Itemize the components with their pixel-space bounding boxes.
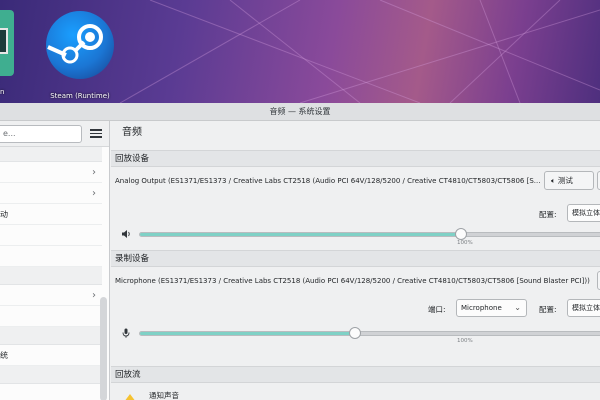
hamburger-menu-icon[interactable] [90, 127, 102, 139]
sidebar-item-label: 统 [0, 351, 8, 360]
stream-name: 通知声音 [149, 391, 179, 400]
playback-volume-handle[interactable] [455, 228, 467, 240]
sidebar-item[interactable] [0, 225, 102, 246]
recording-port-select[interactable]: Microphone ⌄ [456, 299, 527, 317]
sidebar-item[interactable]: › [0, 285, 102, 306]
chevron-right-icon: › [92, 188, 96, 199]
main-panel: 音频 回放设备 Analog Output (ES1371/ES1373 / C… [111, 121, 600, 400]
speaker-icon: 🔈︎ [551, 176, 556, 185]
recording-config-select[interactable]: 模拟立体 [567, 299, 600, 317]
chevron-right-icon: › [92, 290, 96, 301]
playback-volume-fill [140, 233, 461, 236]
stream-item[interactable]: 通知声音 [111, 387, 600, 400]
playback-device: Analog Output (ES1371/ES1373 / Creative … [111, 168, 600, 204]
chevron-right-icon: › [92, 167, 96, 178]
sidebar-item[interactable] [0, 306, 102, 327]
test-button-label: 测试 [557, 176, 573, 185]
microphone-icon [122, 328, 130, 338]
steam-icon [46, 11, 114, 79]
recording-config-label: 配置: [539, 305, 557, 314]
window-title: 音频 — 系统设置 [269, 107, 331, 116]
settings-window: 音频 — 系统设置 e... › › 动 › 统 音频 回放设备 Analog … [0, 103, 600, 400]
recording-volume-slider[interactable] [139, 327, 600, 339]
steam-icon-label: Steam (Runtime) [50, 92, 110, 100]
playback-config-select[interactable]: 模拟立体 [567, 204, 600, 222]
search-input[interactable]: e... [0, 125, 82, 143]
sidebar-group-header [0, 267, 102, 285]
sidebar-item[interactable]: 统 [0, 345, 102, 366]
window-titlebar[interactable]: 音频 — 系统设置 [0, 103, 600, 121]
sidebar-group-header [0, 366, 102, 384]
playback-config-label: 配置: [539, 210, 557, 219]
test-button[interactable]: 🔈︎ 测试 [544, 171, 594, 190]
recording-section-header: 录制设备 [111, 250, 600, 267]
sidebar-group-header [0, 147, 102, 162]
steam-desktop-icon[interactable]: Steam (Runtime) [46, 11, 114, 100]
recording-volume-row: 100% [111, 322, 600, 346]
recording-volume-handle[interactable] [349, 327, 361, 339]
playback-config-value: 模拟立体 [572, 209, 600, 217]
streams-section-header: 回放流 [111, 366, 600, 383]
app-icon[interactable] [0, 10, 14, 76]
sidebar-item[interactable]: › [0, 162, 102, 183]
playback-volume-percent: 100% [457, 240, 473, 246]
recording-volume-percent: 100% [457, 338, 473, 344]
sidebar-group-header [0, 327, 102, 345]
recording-device: Microphone (ES1371/ES1373 / Creative Lab… [111, 268, 600, 304]
playback-device-name: Analog Output (ES1371/ES1373 / Creative … [115, 177, 541, 185]
playback-section-header: 回放设备 [111, 150, 600, 167]
sidebar: e... › › 动 › 统 [0, 121, 110, 400]
sidebar-item[interactable] [0, 246, 102, 267]
warning-icon [121, 394, 139, 400]
sidebar-item-label: 动 [0, 210, 8, 219]
recording-port-label: 端口: [428, 305, 446, 314]
sidebar-scrollbar[interactable] [100, 297, 107, 400]
recording-device-name: Microphone (ES1371/ES1373 / Creative Lab… [115, 277, 590, 285]
chevron-down-icon: ⌄ [514, 303, 521, 312]
recording-volume-fill [140, 332, 355, 335]
playback-volume-slider[interactable] [139, 228, 600, 240]
sidebar-item[interactable]: 动 [0, 204, 102, 225]
playback-volume-row: 100% [111, 223, 600, 247]
sidebar-item[interactable]: › [0, 183, 102, 204]
page-title: 音频 [122, 127, 142, 138]
recording-port-value: Microphone [461, 304, 502, 312]
sidebar-search-row: e... [0, 121, 109, 147]
recording-config-value: 模拟立体 [572, 304, 600, 312]
desktop-wallpaper: n Steam (Runtime) [0, 0, 600, 103]
speaker-volume-icon [122, 230, 130, 238]
app-icon-label: n [0, 88, 5, 96]
